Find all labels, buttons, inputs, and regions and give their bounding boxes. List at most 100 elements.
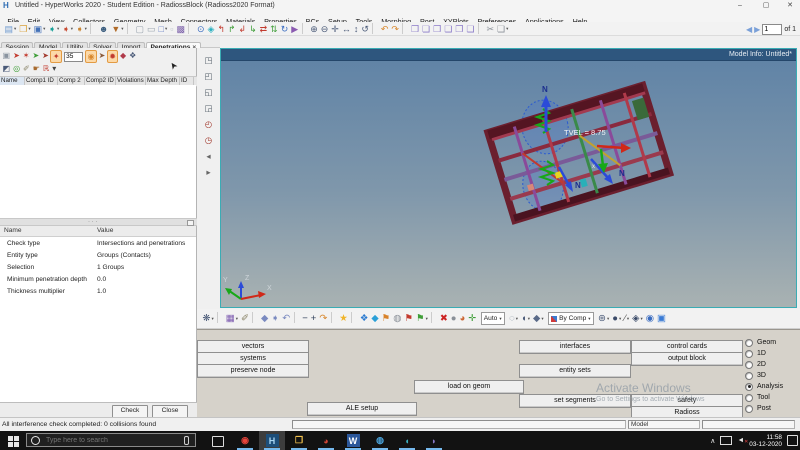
show-elements-icon[interactable]: ◆ bbox=[370, 312, 380, 326]
mesh-lines-icon[interactable]: ◉ bbox=[644, 312, 655, 326]
load-file-icon[interactable]: ➧ ▾ bbox=[75, 23, 89, 35]
view-rear-icon[interactable]: ⇅ bbox=[269, 23, 280, 35]
favorites-icon[interactable]: ★ bbox=[338, 312, 350, 326]
taskbar-app-file-explorer[interactable]: ❒ bbox=[286, 431, 312, 450]
window-layout-6-icon[interactable]: ❏ bbox=[465, 23, 476, 35]
maximize-button[interactable]: ▢ bbox=[758, 0, 774, 11]
window-layout-2-icon[interactable]: ❏ bbox=[421, 23, 432, 35]
auto-select-combo[interactable]: Auto ▾ bbox=[480, 312, 505, 325]
load-on-geom-button[interactable]: load on geom bbox=[414, 380, 524, 394]
task-view-icon[interactable] bbox=[212, 436, 224, 447]
radio-circle-icon[interactable] bbox=[745, 382, 753, 391]
rotate-view-icon[interactable]: ↺ bbox=[360, 23, 371, 35]
property-value[interactable]: Intersections and penetrations bbox=[90, 240, 185, 247]
user-profile-icon[interactable]: ☻ bbox=[97, 23, 109, 35]
results-col-comp-2[interactable]: Comp 2 bbox=[58, 77, 85, 85]
radio-circle-icon[interactable] bbox=[745, 360, 753, 369]
view-front-icon[interactable]: ⇄ bbox=[258, 23, 269, 35]
taskbar-app-app-blue-sphere[interactable]: ◍ bbox=[367, 431, 393, 450]
redo-step-icon[interactable]: ↷ bbox=[318, 312, 329, 326]
check-intersection-icon[interactable]: ✶ bbox=[21, 50, 31, 61]
tolerance-input[interactable] bbox=[64, 51, 84, 62]
radio-circle-icon[interactable] bbox=[745, 371, 753, 380]
speaker-muted-icon[interactable]: ◄ ✕ bbox=[737, 437, 748, 445]
show-spheres-icon[interactable]: ◍ bbox=[392, 312, 403, 326]
wireframe-mode-icon[interactable]: ◌ ▾ bbox=[508, 312, 520, 326]
graphics-viewport[interactable]: Model Info: Untitled* N N N x TVEL = 8.7… bbox=[220, 48, 797, 308]
radio-circle-icon[interactable] bbox=[745, 393, 753, 402]
page-number-input[interactable] bbox=[762, 24, 783, 35]
undo-icon[interactable]: ↶ bbox=[379, 23, 390, 35]
highlight-failed-icon[interactable]: ✦ bbox=[50, 50, 63, 63]
property-value[interactable]: 1 Groups bbox=[90, 264, 124, 271]
arrows-vertical-icon[interactable]: ↕ bbox=[352, 23, 360, 35]
performance-monitor-icon[interactable]: ▣ bbox=[656, 312, 668, 326]
sphere-orange-icon[interactable]: ◕ bbox=[458, 312, 467, 326]
side-view-icon[interactable]: ◲ bbox=[204, 102, 212, 113]
radio-2d[interactable]: 2D bbox=[745, 360, 783, 369]
radio-circle-icon[interactable] bbox=[745, 404, 753, 413]
radio-geom[interactable]: Geom bbox=[745, 338, 783, 347]
results-table-body[interactable] bbox=[0, 85, 196, 218]
output-block-button[interactable]: output block bbox=[631, 352, 743, 366]
view-right-icon[interactable]: ↱ bbox=[226, 23, 237, 35]
interfaces-button[interactable]: interfaces bbox=[519, 340, 631, 354]
attach-icon[interactable]: ✐ bbox=[239, 312, 250, 326]
select-window-icon[interactable]: ▭ bbox=[146, 23, 158, 35]
tray-expand-icon[interactable]: ∧ bbox=[710, 437, 715, 445]
radio-tool[interactable]: Tool bbox=[745, 393, 783, 402]
select-entities-icon[interactable]: ▢ bbox=[134, 23, 146, 35]
global-axes-icon[interactable]: ✛ bbox=[467, 312, 478, 326]
pan-hand-icon[interactable]: ☛ bbox=[31, 64, 41, 75]
cut-icon[interactable]: ✂ bbox=[485, 23, 496, 35]
set-segments-button[interactable]: set segments bbox=[519, 394, 631, 408]
solid-mode-icon[interactable]: ◆ ▾ bbox=[532, 312, 546, 326]
depth-display-icon[interactable]: ◆ bbox=[118, 50, 127, 61]
mask-icon[interactable]: ❋ ▾ bbox=[201, 312, 215, 326]
radio-circle-icon[interactable] bbox=[745, 338, 753, 347]
view-top-icon[interactable]: ↲ bbox=[237, 23, 248, 35]
flag-red-icon[interactable]: ⚑ bbox=[403, 312, 415, 326]
next-view-icon[interactable]: ▸ bbox=[206, 166, 210, 177]
results-col-violations[interactable]: Violations bbox=[116, 77, 146, 85]
pan-icon[interactable]: ✛ bbox=[330, 23, 341, 35]
rotate-ccw-icon[interactable]: ◴ bbox=[205, 118, 212, 129]
saved-views-icon[interactable]: ▶ bbox=[290, 23, 300, 35]
entity-selector-icon[interactable]: ▣ bbox=[1, 50, 12, 61]
start-button[interactable] bbox=[8, 436, 19, 447]
radio-post[interactable]: Post bbox=[745, 404, 783, 413]
shaded-sphere-icon[interactable]: ● ▾ bbox=[611, 312, 623, 326]
page-next-icon[interactable]: ▶ bbox=[754, 25, 760, 34]
radio-1d[interactable]: 1D bbox=[745, 349, 783, 358]
fit-view-icon[interactable]: ◈ bbox=[206, 23, 216, 35]
property-value[interactable]: 1.0 bbox=[90, 288, 106, 295]
next-panel-icon[interactable]: ➧ bbox=[270, 312, 281, 326]
import-file-icon[interactable]: ➧ ▾ bbox=[47, 23, 61, 35]
minimize-button[interactable]: – bbox=[732, 0, 748, 11]
show-adjacent-icon[interactable]: ➤ bbox=[97, 50, 107, 61]
property-value[interactable]: 0.0 bbox=[90, 276, 106, 283]
new-file-icon[interactable]: ▤ ▾ bbox=[3, 23, 18, 35]
sphere-gray-icon[interactable]: ● bbox=[449, 312, 458, 326]
iso-view-icon[interactable]: ◳ bbox=[204, 54, 212, 65]
close-button[interactable]: ✕ bbox=[782, 0, 798, 11]
results-col-max-depth[interactable]: Max Depth bbox=[146, 77, 180, 85]
shaded-mode-icon[interactable]: ◖ ▾ bbox=[520, 312, 532, 326]
rotate-cw-icon[interactable]: ◷ bbox=[205, 134, 212, 145]
taskbar-app-app-swirl[interactable]: ◗ bbox=[421, 431, 447, 450]
notification-center-icon[interactable] bbox=[787, 435, 798, 446]
delete-icon[interactable]: ✖ bbox=[438, 312, 449, 326]
taskbar-app-app-teal[interactable]: ◖ bbox=[394, 431, 420, 450]
settings-icon[interactable]: ❖ bbox=[128, 50, 138, 61]
results-col-id[interactable]: ID bbox=[180, 77, 194, 85]
search-input[interactable] bbox=[44, 435, 184, 445]
radio-3d[interactable]: 3D bbox=[745, 371, 783, 380]
taskbar-app-chrome[interactable]: ◉ bbox=[232, 431, 258, 450]
increase-icon[interactable]: + bbox=[309, 312, 318, 326]
taskbar-search[interactable] bbox=[26, 433, 196, 447]
model-browser-icon[interactable]: ▦ ▾ bbox=[224, 312, 239, 326]
check-both-icon[interactable]: ➤ bbox=[31, 50, 41, 61]
export-file-icon[interactable]: ➧ ▾ bbox=[61, 23, 75, 35]
by-comp-combo[interactable]: By Comp ▾ bbox=[548, 312, 594, 325]
zoom-out-icon[interactable]: ⊖ bbox=[319, 23, 330, 35]
